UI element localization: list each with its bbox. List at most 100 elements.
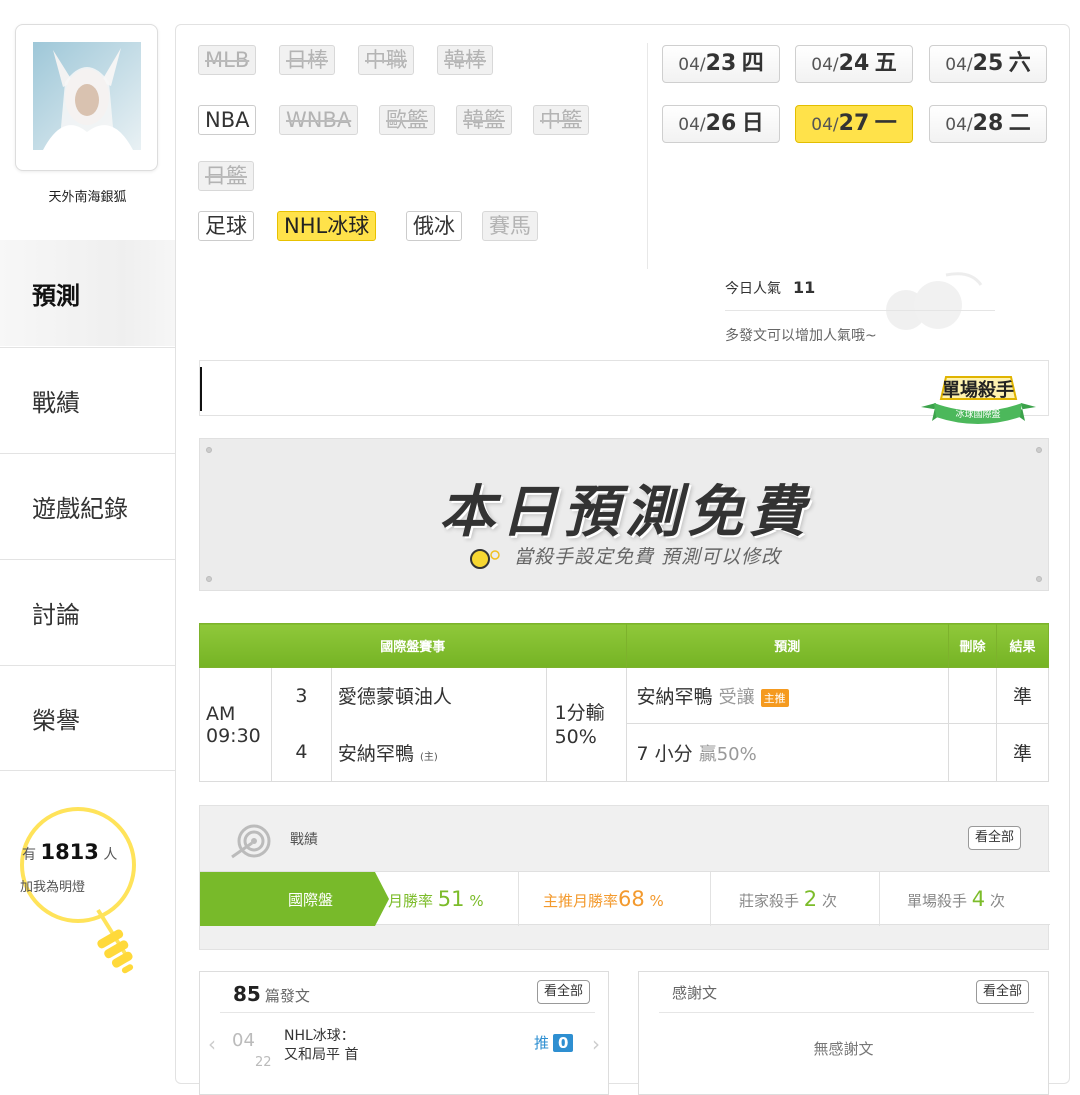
avatar-frame bbox=[15, 24, 158, 171]
home-team[interactable]: 安納罕鴨 (主) bbox=[330, 723, 547, 782]
stats-label: 戰績 bbox=[290, 832, 318, 848]
delete-cell[interactable] bbox=[948, 667, 997, 724]
nav-label: 戰績 bbox=[32, 389, 80, 417]
nav-item-game-history[interactable]: 遊戲紀錄 bbox=[0, 453, 175, 559]
post-title[interactable]: NHL冰球： 又和局平 首 bbox=[284, 1027, 358, 1065]
main-pick-win-rate: 主推月勝率68 % bbox=[543, 887, 664, 911]
free-banner-title: 本日預測免費 bbox=[439, 480, 811, 545]
nav-item-record[interactable]: 戰績 bbox=[0, 347, 175, 453]
sport-tag-nba[interactable]: NBA bbox=[198, 105, 257, 135]
dealer-killer: 莊家殺手 2 次 bbox=[739, 887, 837, 911]
sport-tag-nhl[interactable]: NHL冰球 bbox=[277, 211, 377, 241]
divider bbox=[220, 1012, 595, 1013]
monthly-win-rate: 月勝率 51 % bbox=[388, 887, 484, 911]
result-2: 準 bbox=[996, 723, 1049, 782]
match-time: AM 09:30 bbox=[199, 667, 272, 782]
screw-icon bbox=[206, 447, 212, 453]
arrow-icon bbox=[375, 872, 389, 926]
sport-tag-kr-basketball[interactable]: 韓籃 bbox=[456, 105, 512, 135]
sport-tag-soccer[interactable]: 足球 bbox=[198, 211, 254, 241]
home-number: 4 bbox=[270, 723, 332, 782]
date-button[interactable]: 04/26 日 bbox=[662, 105, 780, 143]
text-caret bbox=[200, 367, 202, 411]
nav-label: 預測 bbox=[32, 281, 80, 310]
single-killer-badge-icon: 單場殺手 冰球國際盤 bbox=[921, 376, 1036, 424]
date-button[interactable]: 04/25 六 bbox=[929, 45, 1047, 83]
header-match: 國際盤賽事 bbox=[199, 623, 627, 668]
stats-row: 國際盤 月勝率 51 % 主推月勝率68 % 莊家殺手 2 次 單場殺手 4 次 bbox=[200, 871, 1050, 926]
sport-tag-khl[interactable]: 俄冰 bbox=[406, 211, 462, 241]
posts-count: 85 篇發文 bbox=[233, 982, 310, 1006]
fan-subtitle: 加我為明燈 bbox=[20, 880, 86, 895]
chevron-left-icon[interactable]: ‹ bbox=[208, 1032, 216, 1056]
away-team[interactable]: 愛德蒙頓油人 bbox=[330, 667, 547, 724]
divider bbox=[879, 872, 880, 926]
date-button-selected[interactable]: 04/27 一 bbox=[795, 105, 913, 143]
table-row: AM 09:30 3 愛德蒙頓油人 1分輸 50% 安納罕鴨 受讓 主推 準 bbox=[199, 667, 1049, 782]
divider bbox=[710, 872, 711, 926]
sport-tag-jpn-baseball[interactable]: 日棒 bbox=[279, 45, 335, 75]
tab-international[interactable]: 國際盤 bbox=[200, 872, 375, 926]
free-banner-subtitle: 當殺手設定免費 預測可以修改 bbox=[200, 542, 1050, 569]
sport-tag-mlb[interactable]: MLB bbox=[198, 45, 257, 75]
username: 天外南海銀狐 bbox=[48, 190, 127, 205]
popularity-label: 今日人氣 11 bbox=[725, 278, 816, 297]
away-number: 3 bbox=[270, 667, 332, 724]
thanks-label: 感謝文 bbox=[672, 984, 718, 1002]
avatar[interactable] bbox=[33, 42, 141, 150]
target-icon bbox=[231, 824, 271, 859]
date-button[interactable]: 04/23 四 bbox=[662, 45, 780, 83]
date-button[interactable]: 04/28 二 bbox=[929, 105, 1047, 143]
prediction-2: 7 小分 贏50% bbox=[625, 723, 950, 782]
svg-text:單場殺手: 單場殺手 bbox=[942, 379, 1014, 401]
svg-text:冰球國際盤: 冰球國際盤 bbox=[955, 408, 1000, 420]
nav-label: 遊戲紀錄 bbox=[32, 495, 128, 523]
free-prediction-banner: 本日預測免費 當殺手設定免費 預測可以修改 bbox=[199, 438, 1049, 591]
header-delete: 刪除 bbox=[948, 623, 997, 668]
thanks-box: 感謝文 看全部 無感謝文 bbox=[638, 971, 1049, 1095]
nav-label: 榮譽 bbox=[32, 706, 80, 735]
prediction-table: 國際盤賽事 預測 刪除 結果 AM 09:30 3 愛德蒙頓油人 1分輸 50%… bbox=[199, 623, 1049, 782]
screw-icon bbox=[1036, 576, 1042, 582]
single-killer: 單場殺手 4 次 bbox=[907, 887, 1005, 911]
header-result: 結果 bbox=[996, 623, 1049, 668]
view-all-button[interactable]: 看全部 bbox=[968, 826, 1022, 850]
nav-item-honor[interactable]: 榮譽 bbox=[0, 665, 175, 771]
sport-tag-cn-basketball[interactable]: 中籃 bbox=[533, 105, 589, 135]
sport-tag-jp-basketball[interactable]: 日籃 bbox=[198, 161, 254, 191]
lightbulb-icon bbox=[469, 548, 500, 569]
nav-label: 討論 bbox=[32, 601, 80, 629]
screw-icon bbox=[1036, 447, 1042, 453]
main-pick-badge: 主推 bbox=[760, 688, 789, 707]
nav-item-discussion[interactable]: 討論 bbox=[0, 559, 175, 665]
post-day: 22 bbox=[255, 1055, 272, 1070]
sport-tag-kbo[interactable]: 韓棒 bbox=[437, 45, 493, 75]
main-panel: MLB 日棒 中職 韓棒 NBA WNBA 歐籃 韓籃 中籃 日籃 足球 NHL… bbox=[175, 24, 1070, 1095]
view-all-posts-button[interactable]: 看全部 bbox=[537, 980, 591, 1004]
delete-cell[interactable] bbox=[948, 723, 997, 782]
sport-tag-cpbl[interactable]: 中職 bbox=[358, 45, 414, 75]
sport-tag-horse-racing[interactable]: 賽馬 bbox=[482, 211, 538, 241]
popularity-hint: 多發文可以增加人氣哦~ bbox=[725, 328, 877, 344]
screw-icon bbox=[206, 576, 212, 582]
push-count: 推0 bbox=[534, 1032, 574, 1053]
posts-box: 85 篇發文 看全部 ‹ 04 22 NHL冰球： 又和局平 首 推0 › bbox=[199, 971, 609, 1095]
prediction-1: 安納罕鴨 受讓 主推 bbox=[625, 667, 950, 724]
sport-tag-euro-basketball[interactable]: 歐籃 bbox=[379, 105, 435, 135]
divider bbox=[647, 43, 648, 269]
view-all-thanks-button[interactable]: 看全部 bbox=[976, 980, 1030, 1004]
empty-thanks-text: 無感謝文 bbox=[813, 1040, 874, 1058]
divider bbox=[518, 872, 519, 926]
post-month: 04 bbox=[232, 1030, 255, 1051]
decorative-swirl-icon bbox=[886, 272, 983, 330]
date-button[interactable]: 04/24 五 bbox=[795, 45, 913, 83]
sidebar: 天外南海銀狐 預測 戰績 遊戲紀錄 討論 榮譽 有 1813 人 加我為明燈 bbox=[0, 0, 175, 1070]
sport-tag-wnba[interactable]: WNBA bbox=[279, 105, 359, 135]
divider bbox=[659, 1012, 1034, 1013]
odds: 1分輸 50% bbox=[545, 667, 627, 782]
nav-item-prediction[interactable]: 預測 bbox=[0, 240, 175, 346]
stats-panel: 戰績 看全部 國際盤 月勝率 51 % 主推月勝率68 % 莊家殺手 2 次 單… bbox=[199, 805, 1050, 950]
chevron-right-icon[interactable]: › bbox=[592, 1032, 600, 1056]
header-prediction: 預測 bbox=[625, 623, 950, 668]
result-1: 準 bbox=[996, 667, 1049, 724]
